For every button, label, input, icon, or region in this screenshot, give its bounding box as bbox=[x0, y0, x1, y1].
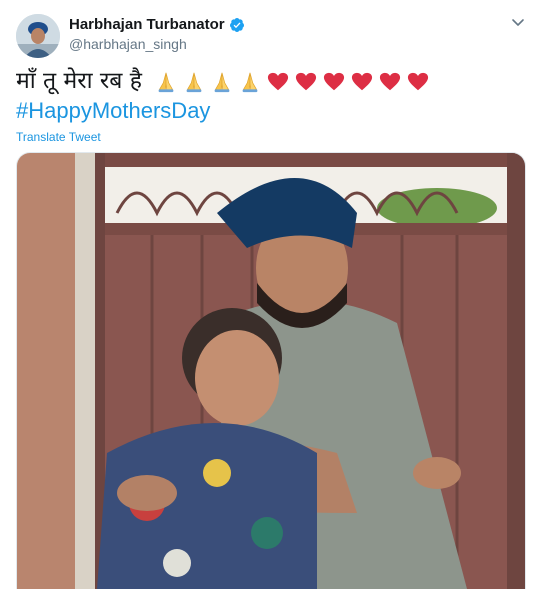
red-heart-icon bbox=[268, 72, 289, 90]
folded-hands-icon bbox=[186, 72, 202, 92]
verified-badge-icon bbox=[229, 17, 244, 32]
red-heart-icon bbox=[380, 72, 401, 90]
emoji-row bbox=[155, 71, 435, 93]
tweet-card: Harbhajan Turbanator @harbhajan_singh मा… bbox=[0, 0, 540, 589]
tweet-photo-image bbox=[17, 153, 525, 589]
tweet-text-line: माँ तू मेरा रब है bbox=[16, 66, 435, 96]
red-heart-icon bbox=[352, 72, 373, 90]
avatar-image bbox=[16, 14, 60, 58]
display-name[interactable]: Harbhajan Turbanator bbox=[69, 16, 225, 33]
red-heart-icon bbox=[324, 72, 345, 90]
tweet-photo[interactable] bbox=[16, 152, 526, 589]
folded-hands-icon bbox=[214, 72, 230, 92]
chevron-down-icon[interactable] bbox=[510, 14, 526, 30]
avatar[interactable] bbox=[16, 14, 60, 58]
hashtag-link[interactable]: #HappyMothersDay bbox=[16, 98, 210, 124]
folded-hands-icon bbox=[158, 72, 174, 92]
user-handle[interactable]: @harbhajan_singh bbox=[69, 36, 187, 52]
tweet-text: माँ तू मेरा रब है bbox=[16, 68, 142, 94]
red-heart-icon bbox=[296, 72, 317, 90]
folded-hands-icon bbox=[242, 72, 258, 92]
red-heart-icon bbox=[408, 72, 429, 90]
name-row: Harbhajan Turbanator bbox=[69, 16, 245, 33]
translate-tweet-link[interactable]: Translate Tweet bbox=[16, 130, 101, 144]
